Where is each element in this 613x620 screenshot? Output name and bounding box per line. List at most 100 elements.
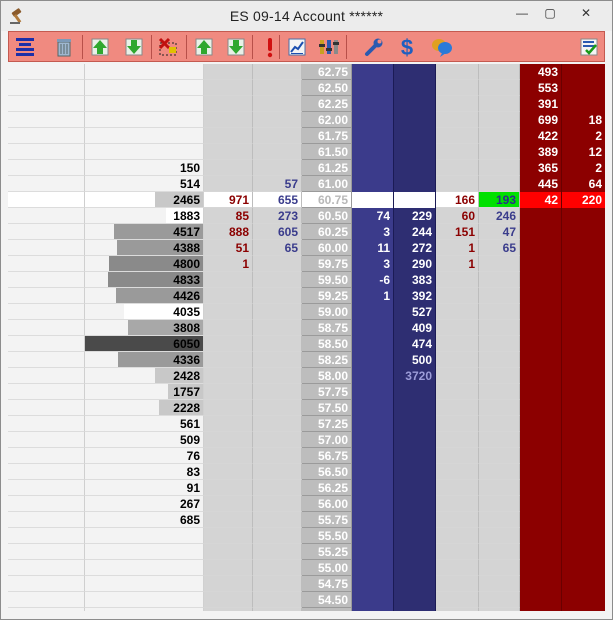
price-cell[interactable]: 58.00 xyxy=(302,368,352,384)
sell-orders-cell[interactable]: 151 xyxy=(436,224,479,240)
buy-size-cell[interactable] xyxy=(253,384,302,400)
buy-orders-cell[interactable] xyxy=(204,528,253,544)
buy-orders-cell[interactable] xyxy=(204,96,253,112)
bid-size-cell[interactable] xyxy=(352,480,394,496)
buy-orders-cell[interactable] xyxy=(204,384,253,400)
bid-size-cell[interactable] xyxy=(352,112,394,128)
buy-size-cell[interactable] xyxy=(253,160,302,176)
bid-size-cell[interactable]: -6 xyxy=(352,272,394,288)
sell-size-cell[interactable]: 246 xyxy=(479,208,520,224)
ask-size-cell[interactable] xyxy=(394,496,436,512)
ladder-row[interactable]: 55.00 xyxy=(8,560,605,576)
sell-depth-cell[interactable] xyxy=(520,256,562,272)
cancel-orders-icon[interactable] xyxy=(155,34,181,60)
ladder-row[interactable]: 4833 59.50 -6 383 xyxy=(8,272,605,288)
sell-orders-cell[interactable] xyxy=(436,96,479,112)
price-cell[interactable]: 61.50 xyxy=(302,144,352,160)
sell-size-cell[interactable] xyxy=(479,432,520,448)
buy-size-cell[interactable] xyxy=(253,288,302,304)
ask-size-cell[interactable]: 244 xyxy=(394,224,436,240)
sell-orders-cell[interactable]: 60 xyxy=(436,208,479,224)
ladder-row[interactable]: 1757 57.75 xyxy=(8,384,605,400)
sell-size-cell[interactable] xyxy=(479,256,520,272)
sell-depth2-cell[interactable] xyxy=(562,416,605,432)
sell-size-cell[interactable] xyxy=(479,384,520,400)
price-cell[interactable]: 62.25 xyxy=(302,96,352,112)
volume-cell[interactable]: 4336 xyxy=(85,352,204,368)
sell-size-cell[interactable] xyxy=(479,592,520,608)
price-cell[interactable]: 55.25 xyxy=(302,544,352,560)
ladder-row[interactable]: 685 55.75 xyxy=(8,512,605,528)
sell-orders-cell[interactable] xyxy=(436,512,479,528)
price-cell[interactable]: 59.75 xyxy=(302,256,352,272)
price-ladder[interactable]: 62.75 493 62.50 553 62.25 391 62.00 699 18 61.75 4… xyxy=(8,63,605,611)
price-cell[interactable]: 60.00 xyxy=(302,240,352,256)
buy-orders-cell[interactable] xyxy=(204,544,253,560)
price-cell[interactable]: 54.50 xyxy=(302,592,352,608)
ladder-row[interactable]: 55.25 xyxy=(8,544,605,560)
sell-size-cell[interactable] xyxy=(479,496,520,512)
buy-size-cell[interactable]: 65 xyxy=(253,240,302,256)
sell-size-cell[interactable] xyxy=(479,448,520,464)
volume-cell[interactable]: 6050 xyxy=(85,336,204,352)
price-cell[interactable]: 60.75 xyxy=(302,192,352,208)
ladder-row[interactable]: 150 61.25 365 2 xyxy=(8,160,605,176)
volume-cell[interactable]: 91 xyxy=(85,480,204,496)
buy-size-cell[interactable] xyxy=(253,464,302,480)
sell-orders-cell[interactable]: 1 xyxy=(436,256,479,272)
sell-depth2-cell[interactable] xyxy=(562,352,605,368)
ladder-row[interactable]: 561 57.25 xyxy=(8,416,605,432)
volume-cell[interactable] xyxy=(85,144,204,160)
buy-orders-cell[interactable] xyxy=(204,368,253,384)
ladder-row[interactable]: 4035 59.00 527 xyxy=(8,304,605,320)
trash-icon[interactable] xyxy=(51,34,77,60)
ask-size-cell[interactable] xyxy=(394,176,436,192)
buy-size-cell[interactable] xyxy=(253,496,302,512)
ladder-row[interactable]: 514 57 61.00 445 64 xyxy=(8,176,605,192)
sell-depth2-cell[interactable] xyxy=(562,368,605,384)
volume-cell[interactable]: 514 xyxy=(85,176,204,192)
bid-size-cell[interactable]: 11 xyxy=(352,240,394,256)
ladder-row[interactable]: 54.50 xyxy=(8,592,605,608)
sell-market-icon[interactable] xyxy=(223,34,249,60)
buy-orders-cell[interactable] xyxy=(204,144,253,160)
sell-depth-cell[interactable]: 699 xyxy=(520,112,562,128)
sell-orders-cell[interactable] xyxy=(436,272,479,288)
volume-cell[interactable]: 4426 xyxy=(85,288,204,304)
title-bar[interactable]: ES 09-14 Account ****** — ▢ ✕ xyxy=(1,1,612,31)
buy-size-cell[interactable]: 605 xyxy=(253,224,302,240)
buy-size-cell[interactable] xyxy=(253,256,302,272)
buy-orders-cell[interactable] xyxy=(204,496,253,512)
sell-size-cell[interactable] xyxy=(479,272,520,288)
ask-size-cell[interactable] xyxy=(394,144,436,160)
price-cell[interactable]: 56.75 xyxy=(302,448,352,464)
price-cell[interactable]: 55.50 xyxy=(302,528,352,544)
buy-orders-cell[interactable] xyxy=(204,272,253,288)
buy-orders-cell[interactable] xyxy=(204,352,253,368)
ladder-row[interactable]: 83 56.50 xyxy=(8,464,605,480)
sell-depth-cell[interactable] xyxy=(520,384,562,400)
volume-cell[interactable] xyxy=(85,96,204,112)
ask-size-cell[interactable] xyxy=(394,384,436,400)
close-button[interactable]: ✕ xyxy=(566,4,606,24)
buy-orders-cell[interactable] xyxy=(204,416,253,432)
price-cell[interactable]: 59.00 xyxy=(302,304,352,320)
volume-cell[interactable]: 267 xyxy=(85,496,204,512)
buy-orders-cell[interactable]: 971 xyxy=(204,192,253,208)
ladder-row[interactable]: 55.50 xyxy=(8,528,605,544)
sell-orders-cell[interactable] xyxy=(436,432,479,448)
sell-depth-cell[interactable] xyxy=(520,288,562,304)
buy-orders-cell[interactable] xyxy=(204,592,253,608)
ask-size-cell[interactable] xyxy=(394,64,436,80)
settings-sliders-icon[interactable] xyxy=(316,34,342,60)
volume-cell[interactable]: 509 xyxy=(85,432,204,448)
ask-size-cell[interactable]: 3720 xyxy=(394,368,436,384)
ask-size-cell[interactable]: 527 xyxy=(394,304,436,320)
volume-cell[interactable] xyxy=(85,528,204,544)
sell-size-cell[interactable] xyxy=(479,128,520,144)
volume-cell[interactable]: 685 xyxy=(85,512,204,528)
sell-depth-cell[interactable] xyxy=(520,352,562,368)
sell-depth2-cell[interactable] xyxy=(562,208,605,224)
sell-size-cell[interactable] xyxy=(479,368,520,384)
sell-orders-cell[interactable] xyxy=(436,576,479,592)
